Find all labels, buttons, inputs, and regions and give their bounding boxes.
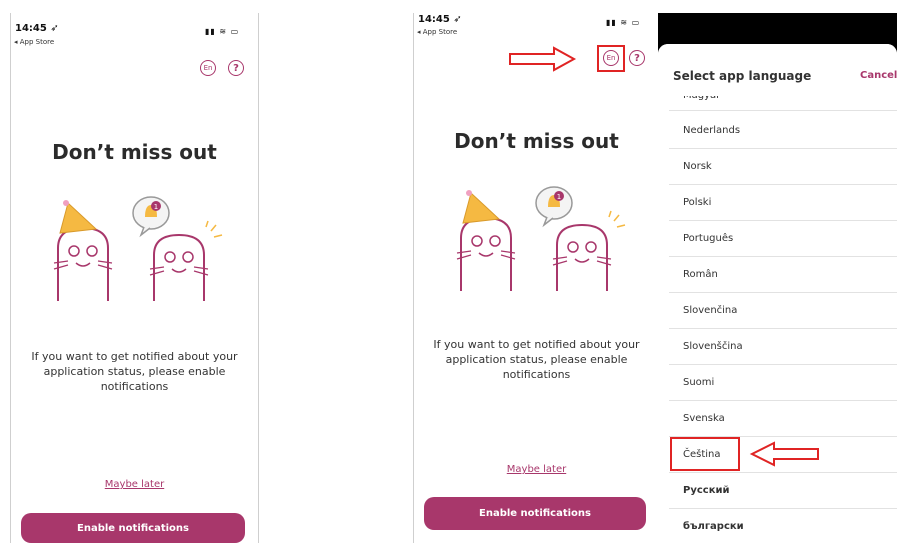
back-to-app-store-link[interactable]: ◂ App Store: [417, 28, 457, 36]
enable-notifications-button[interactable]: Enable notifications: [21, 513, 245, 543]
language-option-norsk[interactable]: Norsk: [669, 149, 897, 185]
language-option-slovencina[interactable]: Slovenčina: [669, 293, 897, 329]
sheet-header: Select app language Cancel: [658, 44, 897, 96]
page-title: Don’t miss out: [454, 129, 619, 153]
language-option-roman[interactable]: Român: [669, 257, 897, 293]
annotation-box-cestina: [670, 437, 740, 471]
language-option-nederlands[interactable]: Nederlands: [669, 113, 897, 149]
help-button[interactable]: ?: [228, 60, 244, 76]
enable-notifications-button[interactable]: Enable notifications: [424, 497, 646, 530]
language-option-slovenscina[interactable]: Slovenščina: [669, 329, 897, 365]
language-button[interactable]: En: [200, 60, 216, 76]
language-option-bulgarian[interactable]: български: [669, 509, 897, 543]
right-app-background: 14:45 ➶ ◂ App Store ▮▮ ≋ ▭ En ? Don’t mi…: [413, 13, 659, 543]
back-to-app-store-link[interactable]: ◂ App Store: [14, 38, 54, 46]
seals-illustration: 1: [456, 186, 626, 291]
status-icons: ▮▮ ≋ ▭: [606, 18, 641, 27]
language-option-portugues[interactable]: Português: [669, 221, 897, 257]
sheet-title: Select app language: [673, 69, 812, 83]
help-button[interactable]: ?: [629, 50, 645, 66]
left-phone-screen: 14:45 ➶ ◂ App Store ▮▮ ≋ ▭ En ? Don’t mi…: [10, 13, 259, 543]
cancel-button[interactable]: Cancel: [860, 70, 897, 81]
right-phone-screen: 14:45 ➶ ◂ App Store ▮▮ ≋ ▭ En ? Don’t mi…: [413, 13, 897, 543]
seals-illustration: 1: [53, 196, 223, 301]
maybe-later-link[interactable]: Maybe later: [414, 464, 659, 475]
annotation-box-language-button: [597, 45, 625, 72]
bell-badge: 1: [154, 203, 158, 211]
language-option-svenska[interactable]: Svenska: [669, 401, 897, 437]
language-icon-label: En: [203, 64, 213, 72]
annotation-arrow-left-icon: [749, 441, 819, 467]
bell-badge: 1: [557, 193, 561, 201]
language-option-russian[interactable]: Русский: [669, 473, 897, 509]
help-icon: ?: [634, 52, 640, 64]
status-time: 14:45 ➶: [15, 23, 59, 34]
status-time: 14:45 ➶: [418, 14, 462, 25]
annotation-arrow-right-icon: [509, 46, 577, 72]
notification-message: If you want to get notified about your a…: [433, 338, 640, 381]
status-icons: ▮▮ ≋ ▭: [205, 27, 240, 36]
language-option-polski[interactable]: Polski: [669, 185, 897, 221]
notification-message: If you want to get notified about your a…: [31, 350, 238, 393]
page-title: Don’t miss out: [52, 140, 217, 164]
maybe-later-link[interactable]: Maybe later: [11, 479, 258, 490]
language-option-suomi[interactable]: Suomi: [669, 365, 897, 401]
help-icon: ?: [233, 62, 239, 74]
